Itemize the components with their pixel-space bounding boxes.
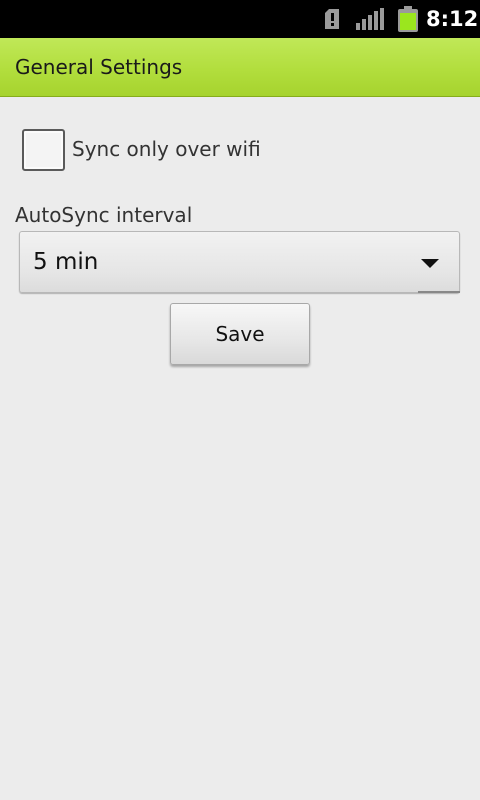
status-clock: 8:12: [426, 7, 479, 31]
save-button[interactable]: Save: [170, 303, 310, 365]
signal-icon: [356, 8, 384, 30]
autosync-interval-value: 5 min: [33, 249, 99, 275]
sync-wifi-checkbox[interactable]: [22, 129, 65, 171]
sync-wifi-label[interactable]: Sync only over wifi: [72, 134, 261, 164]
battery-icon: [398, 6, 418, 32]
page-title: General Settings: [15, 55, 183, 79]
dropdown-corner-mark: [418, 291, 460, 293]
autosync-interval-dropdown[interactable]: 5 min: [19, 231, 460, 293]
status-bar: 8:12: [0, 0, 480, 38]
title-bar: General Settings: [0, 38, 480, 97]
dropdown-arrow-icon: [421, 259, 439, 268]
sd-card-alert-icon: [325, 9, 339, 29]
autosync-interval-label: AutoSync interval: [15, 203, 193, 227]
